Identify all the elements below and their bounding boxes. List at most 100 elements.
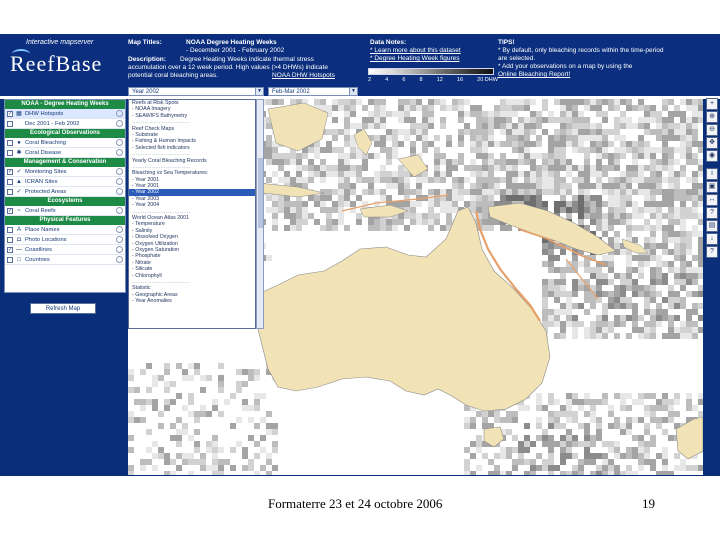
- layer-checkbox[interactable]: [7, 188, 13, 195]
- measure-icon[interactable]: ↔: [706, 194, 718, 206]
- dropdown-scrollbar[interactable]: [256, 99, 264, 329]
- period-select[interactable]: Feb-Mar 2002 ▼: [268, 87, 358, 96]
- layer-checkbox[interactable]: [7, 256, 13, 263]
- info-icon[interactable]: [116, 149, 123, 156]
- dhw-cell: [512, 135, 518, 141]
- dhw-cell: [674, 279, 680, 285]
- zoom-in-area-icon[interactable]: ⊕: [706, 111, 718, 123]
- dropdown-option[interactable]: - Year Anomalies: [129, 298, 255, 304]
- dhw-cell: [626, 177, 632, 183]
- pan-icon[interactable]: ✥: [706, 137, 718, 149]
- identify-icon[interactable]: i: [706, 168, 718, 180]
- layer-checkbox[interactable]: [7, 178, 13, 185]
- dhw-cell: [662, 129, 668, 135]
- gradient-icon: ▦: [16, 111, 22, 117]
- dhw-cell: [692, 267, 698, 273]
- info-icon[interactable]: [116, 168, 123, 175]
- query-icon[interactable]: ?: [706, 207, 718, 219]
- chevron-down-icon[interactable]: ▼: [349, 88, 357, 95]
- data-notes-learn-link[interactable]: * Learn more about this dataset: [370, 47, 461, 55]
- dataset-dropdown-list[interactable]: Reefs at Risk Spots - NOAA Imagery - SEAWI…: [128, 99, 256, 329]
- layer-checkbox[interactable]: [7, 149, 13, 156]
- refresh-map-button[interactable]: Refresh Map: [30, 303, 96, 314]
- layer-checkbox[interactable]: [7, 139, 13, 146]
- dhw-cell: [608, 99, 614, 105]
- dhw-cell: [668, 117, 674, 123]
- dhw-cell: [290, 153, 296, 159]
- layer-row[interactable]: ◘ Photo Locations: [5, 235, 125, 245]
- info-icon[interactable]: [116, 188, 123, 195]
- layer-checkbox[interactable]: ✓: [7, 168, 13, 175]
- layer-checkbox[interactable]: [7, 236, 13, 243]
- layer-row[interactable]: ✓ ~ Coral Reefs: [5, 206, 125, 216]
- dhw-cell: [458, 141, 464, 147]
- help-icon[interactable]: ?: [706, 246, 718, 258]
- scrollbar-thumb[interactable]: [258, 158, 263, 228]
- dhw-cell: [572, 123, 578, 129]
- layer-row[interactable]: A Place Names: [5, 225, 125, 235]
- dhw-cell: [626, 453, 632, 459]
- layer-checkbox[interactable]: [7, 120, 13, 127]
- layer-checkbox[interactable]: [7, 226, 13, 233]
- dhw-cell: [422, 141, 428, 147]
- info-icon[interactable]: [116, 226, 123, 233]
- dhw-cell: [650, 411, 656, 417]
- download-icon[interactable]: ↓: [706, 233, 718, 245]
- dhw-cell: [656, 201, 662, 207]
- dhw-cell: [242, 405, 248, 411]
- reefbase-logo[interactable]: Interactive mapserver ReefBase: [4, 37, 120, 95]
- layer-checkbox[interactable]: ✓: [7, 207, 13, 214]
- dhw-cell: [350, 165, 356, 171]
- dhw-cell: [656, 243, 662, 249]
- dhw-cell: [410, 105, 416, 111]
- dhw-cell: [296, 219, 302, 225]
- dhw-cell: [614, 195, 620, 201]
- dhw-cell: [614, 129, 620, 135]
- online-bleaching-report-link[interactable]: Online Bleaching Report!: [498, 71, 570, 79]
- layer-row[interactable]: ▲ ICRAN Sites: [5, 177, 125, 187]
- layer-checkbox[interactable]: ✓: [7, 246, 13, 253]
- info-icon[interactable]: [116, 120, 123, 127]
- layer-row[interactable]: ● Coral Bleaching: [5, 138, 125, 148]
- dhw-cell: [428, 105, 434, 111]
- zoom-in-icon[interactable]: +: [706, 98, 718, 110]
- chevron-down-icon[interactable]: ▼: [255, 88, 263, 95]
- dhw-cell: [506, 429, 512, 435]
- dhw-cell: [626, 303, 632, 309]
- layer-row[interactable]: □ Countries: [5, 255, 125, 265]
- info-icon[interactable]: [116, 236, 123, 243]
- dhw-cell: [356, 195, 362, 201]
- dataset-select[interactable]: Year 2002 ▼: [128, 87, 264, 96]
- info-icon[interactable]: [116, 139, 123, 146]
- dhw-cell: [566, 201, 572, 207]
- dhw-cell: [662, 225, 668, 231]
- layer-row[interactable]: ✓ — Coastlines: [5, 245, 125, 255]
- dhw-cell: [536, 399, 542, 405]
- data-notes-dhw-link[interactable]: * Degree Heating Week figures: [370, 55, 459, 63]
- layer-row[interactable]: ✓ Protected Areas: [5, 187, 125, 197]
- info-icon[interactable]: [116, 207, 123, 214]
- select-icon[interactable]: ▣: [706, 181, 718, 193]
- dhw-cell: [356, 213, 362, 219]
- dhw-cell: [680, 147, 686, 153]
- layer-row[interactable]: Dec 2001 - Feb 2002: [5, 119, 125, 129]
- dhw-cell: [680, 243, 686, 249]
- print-icon[interactable]: ▤: [706, 220, 718, 232]
- layer-row[interactable]: ✱ Coral Disease: [5, 148, 125, 158]
- dhw-cell: [620, 291, 626, 297]
- dhw-cell: [512, 417, 518, 423]
- zoom-out-icon[interactable]: ⊖: [706, 124, 718, 136]
- dhw-cell: [680, 333, 686, 339]
- noaa-dhw-link[interactable]: NOAA DHW Hotspots: [272, 72, 335, 80]
- info-icon[interactable]: [116, 178, 123, 185]
- full-extent-icon[interactable]: ◉: [706, 150, 718, 162]
- layer-row[interactable]: ✓ ▦ DHW Hotspots: [5, 109, 125, 119]
- info-icon[interactable]: [116, 246, 123, 253]
- dhw-cell: [200, 453, 206, 459]
- info-icon[interactable]: [116, 110, 123, 117]
- layer-row[interactable]: ✓ ✓ Monitoring Sites: [5, 167, 125, 177]
- layer-checkbox[interactable]: ✓: [7, 110, 13, 117]
- dhw-cell: [632, 435, 638, 441]
- info-icon[interactable]: [116, 256, 123, 263]
- dhw-cell: [200, 387, 206, 393]
